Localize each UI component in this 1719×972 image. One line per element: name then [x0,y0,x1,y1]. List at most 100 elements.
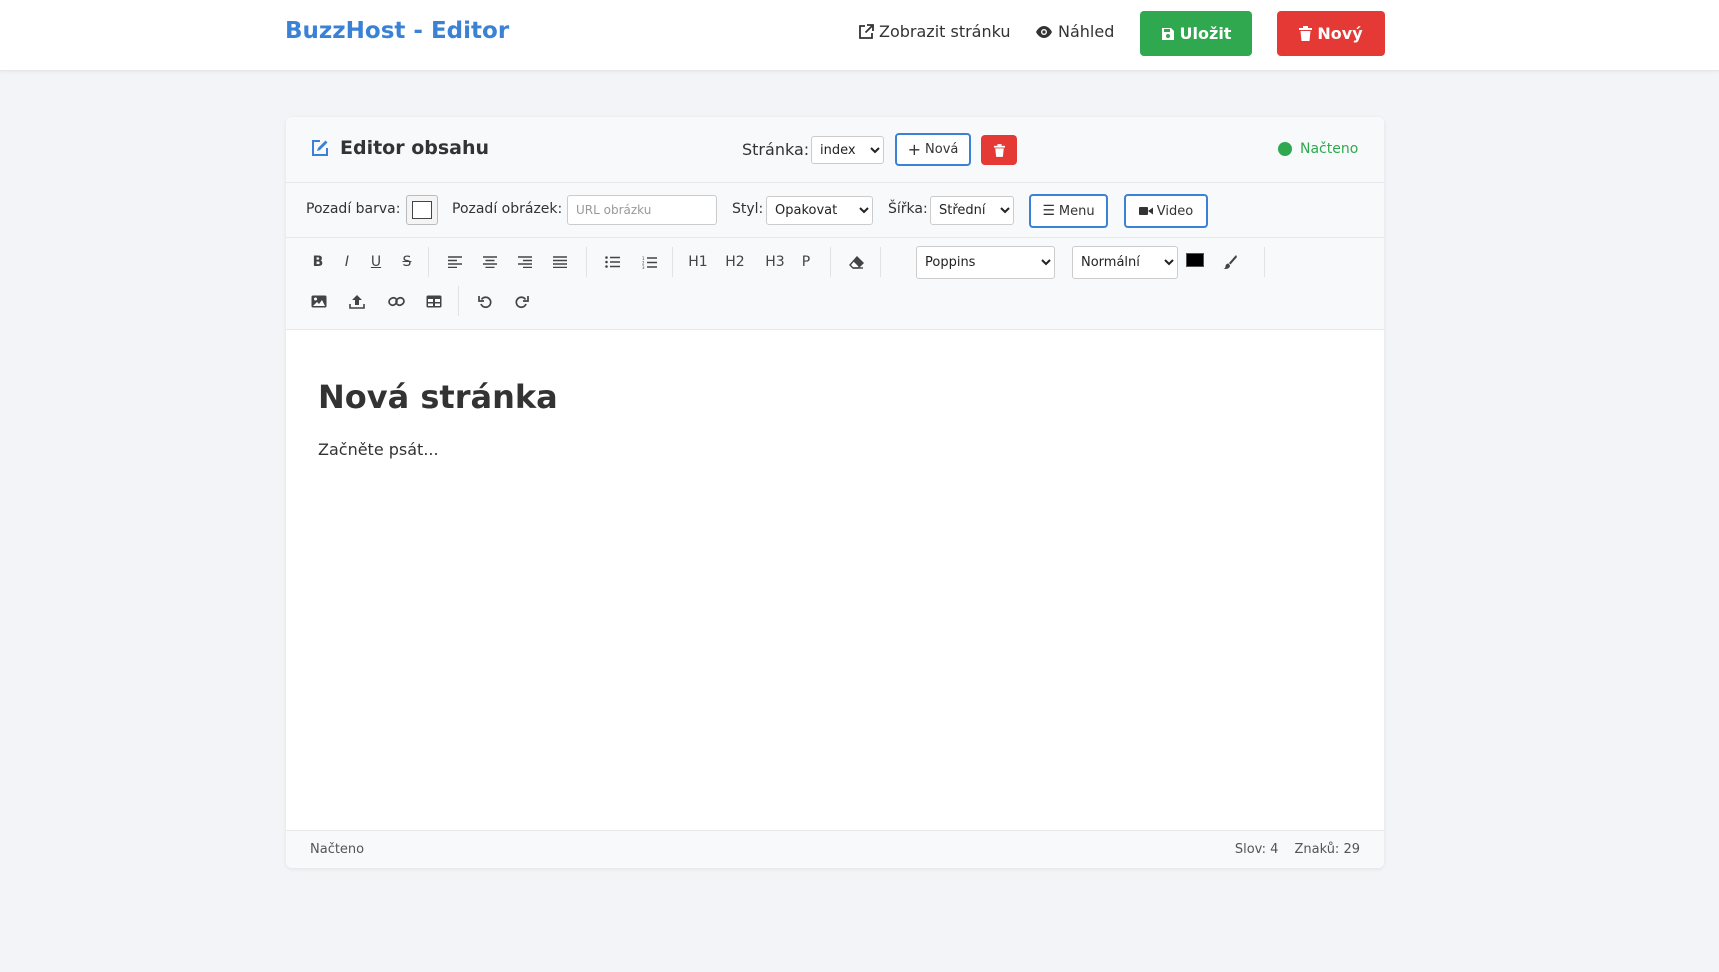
view-page-link[interactable]: Zobrazit stránku [858,22,1011,41]
menu-button[interactable]: ☰ Menu [1029,194,1108,228]
new-label: Nový [1317,24,1363,43]
bg-image-label: Pozadí obrázek: [452,201,563,217]
video-button-label: Video [1156,203,1194,219]
strikethrough-button[interactable]: S [393,248,421,276]
floppy-disk-icon [1161,27,1174,40]
toolbar-divider [672,247,673,277]
video-camera-icon [1138,207,1153,215]
font-size-select[interactable]: Normální [1072,246,1178,279]
align-right-button[interactable] [511,248,539,276]
numbered-list-icon: 123 [642,256,657,269]
align-left-icon [448,256,462,268]
insert-table-button[interactable] [420,287,448,315]
clear-format-button[interactable] [842,248,870,276]
brand-title[interactable]: BuzzHost - Editor [285,18,509,44]
bg-image-input[interactable] [567,195,717,225]
style-select[interactable]: Opakovat [766,196,873,225]
eye-icon [1036,25,1052,38]
top-navbar: BuzzHost - Editor Zobrazit stránku Náhle… [0,0,1719,71]
insert-image-button[interactable] [305,287,333,315]
highlight-button[interactable] [1216,248,1244,276]
link-icon [387,296,405,306]
align-right-icon [518,256,532,268]
bg-color-label: Pozadí barva: [306,201,401,217]
word-count: Slov: 4 [1234,842,1279,857]
footer-status: Načteno [310,842,365,857]
eraser-icon [848,255,864,269]
upload-icon [349,294,365,309]
delete-page-button[interactable] [981,135,1017,165]
preview-label: Náhled [1058,22,1115,41]
bullet-list-button[interactable] [598,248,626,276]
align-left-button[interactable] [441,248,469,276]
hamburger-icon: ☰ [1042,203,1055,219]
redo-icon [514,295,529,308]
editor-status-bar: Načteno Slov: 4 Znaků: 29 [286,830,1384,868]
undo-icon [477,295,492,308]
new-button[interactable]: Nový [1277,11,1385,56]
load-status-text: Načteno [1300,141,1359,157]
toolbar-divider [428,247,429,277]
bg-color-picker[interactable] [406,195,438,225]
heading2-button[interactable]: H2 [721,248,749,276]
save-label: Uložit [1179,24,1232,43]
save-button[interactable]: Uložit [1140,11,1252,56]
font-family-select[interactable]: Poppins [916,246,1055,279]
page-options-bar: Pozadí barva: Pozadí obrázek: Styl: Opak… [286,183,1384,238]
toolbar-divider [586,247,587,277]
bullet-list-icon [604,256,620,268]
paragraph-button[interactable]: P [792,248,820,276]
text-color-picker[interactable] [1186,253,1204,267]
insert-link-button[interactable] [382,287,410,315]
italic-button[interactable]: I [333,248,361,276]
style-label: Styl: [732,201,764,217]
document-paragraph[interactable]: Začněte psát... [318,440,439,459]
editor-content-area[interactable]: Nová stránka Začněte psát... [286,330,1384,830]
heading1-button[interactable]: H1 [684,248,712,276]
align-justify-button[interactable] [546,248,574,276]
view-page-label: Zobrazit stránku [879,22,1011,41]
image-icon [311,295,327,307]
formatting-toolbar: B I U S 123 H1 H2 H3 P Poppins Normální [286,238,1384,330]
preview-link[interactable]: Náhled [1035,22,1114,41]
external-link-icon [859,23,874,39]
editor-title: Editor obsahu [310,137,489,159]
width-select[interactable]: Střední [930,196,1014,225]
toolbar-divider [1264,247,1265,277]
load-status: Načteno [1278,141,1358,157]
status-dot-icon [1278,142,1292,156]
toolbar-divider [830,247,831,277]
width-label: Šířka: [888,201,928,217]
edit-icon [312,140,328,156]
numbered-list-button[interactable]: 123 [635,248,663,276]
footer-counters: Slov: 4 Znaků: 29 [1235,842,1360,857]
svg-text:3: 3 [642,265,645,269]
bold-button[interactable]: B [304,248,332,276]
video-button[interactable]: Video [1124,194,1208,228]
page-select[interactable]: index [811,136,884,164]
editor-title-text: Editor obsahu [340,137,490,159]
underline-button[interactable]: U [362,248,390,276]
undo-button[interactable] [471,287,499,315]
align-center-icon [483,256,497,268]
new-page-label: Nová [925,142,959,157]
editor-card: Editor obsahu Stránka: index + Nová Načt… [286,117,1384,868]
page-select-label: Stránka: [742,140,810,159]
trash-icon [993,143,1005,157]
align-justify-icon [553,256,567,268]
paintbrush-icon [1223,255,1237,269]
align-center-button[interactable] [476,248,504,276]
toolbar-divider [458,286,459,316]
heading3-button[interactable]: H3 [761,248,789,276]
menu-button-label: Menu [1058,203,1095,219]
editor-card-header: Editor obsahu Stránka: index + Nová Načt… [286,117,1384,183]
toolbar-divider [880,247,881,277]
document-heading[interactable]: Nová stránka [318,378,558,416]
upload-button[interactable] [343,287,371,315]
char-count: Znaků: 29 [1294,842,1360,857]
table-icon [426,295,442,307]
new-page-button[interactable]: + Nová [895,133,971,166]
plus-icon: + [907,140,922,159]
redo-button[interactable] [507,287,535,315]
trash-icon [1299,26,1313,41]
